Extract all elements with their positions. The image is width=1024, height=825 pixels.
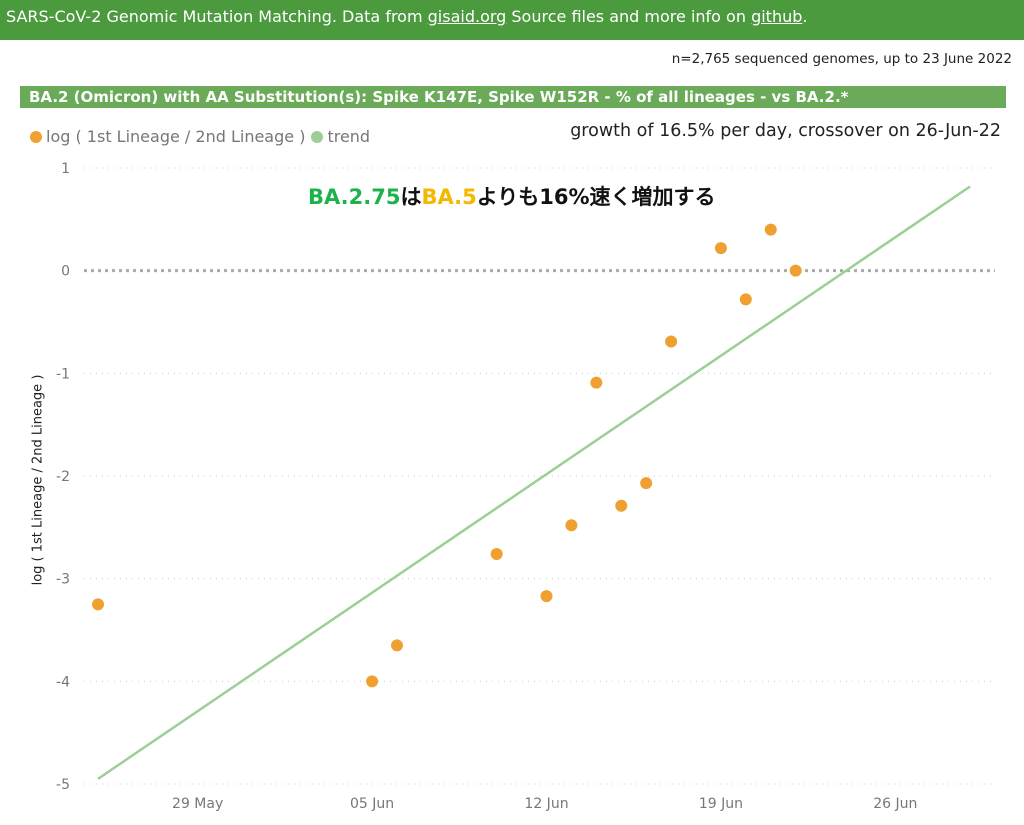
data-point (640, 477, 653, 490)
data-point (590, 376, 603, 389)
y-tick-label: -2 (56, 469, 70, 485)
data-point (565, 519, 578, 532)
data-point (739, 293, 752, 306)
data-point (789, 264, 802, 277)
data-point (615, 499, 628, 512)
data-point (540, 590, 553, 603)
data-point (366, 675, 379, 688)
y-tick-label: -1 (56, 366, 70, 382)
trend-line (97, 185, 971, 780)
data-point (665, 335, 678, 348)
x-tick-label: 26 Jun (873, 796, 917, 812)
data-point (714, 242, 727, 255)
data-point (764, 223, 777, 236)
scatter-chart: 1 0 -1 -2 -3 -4 -5 29 May 05 Jun 12 Jun 19 Jun 26 J… (56, 161, 995, 812)
data-point (391, 639, 403, 652)
y-tick-label: 1 (61, 161, 70, 177)
y-tick-label: -5 (56, 777, 70, 793)
x-tick-label: 29 May (172, 796, 223, 812)
x-tick-label: 12 Jun (524, 796, 568, 812)
y-tick-label: -4 (56, 674, 70, 690)
data-point (92, 598, 104, 611)
x-tick-label: 19 Jun (699, 796, 743, 812)
data-point (490, 548, 503, 561)
y-tick-label: -3 (56, 572, 70, 588)
x-tick-label: 05 Jun (350, 796, 394, 812)
y-tick-label: 0 (61, 264, 70, 280)
